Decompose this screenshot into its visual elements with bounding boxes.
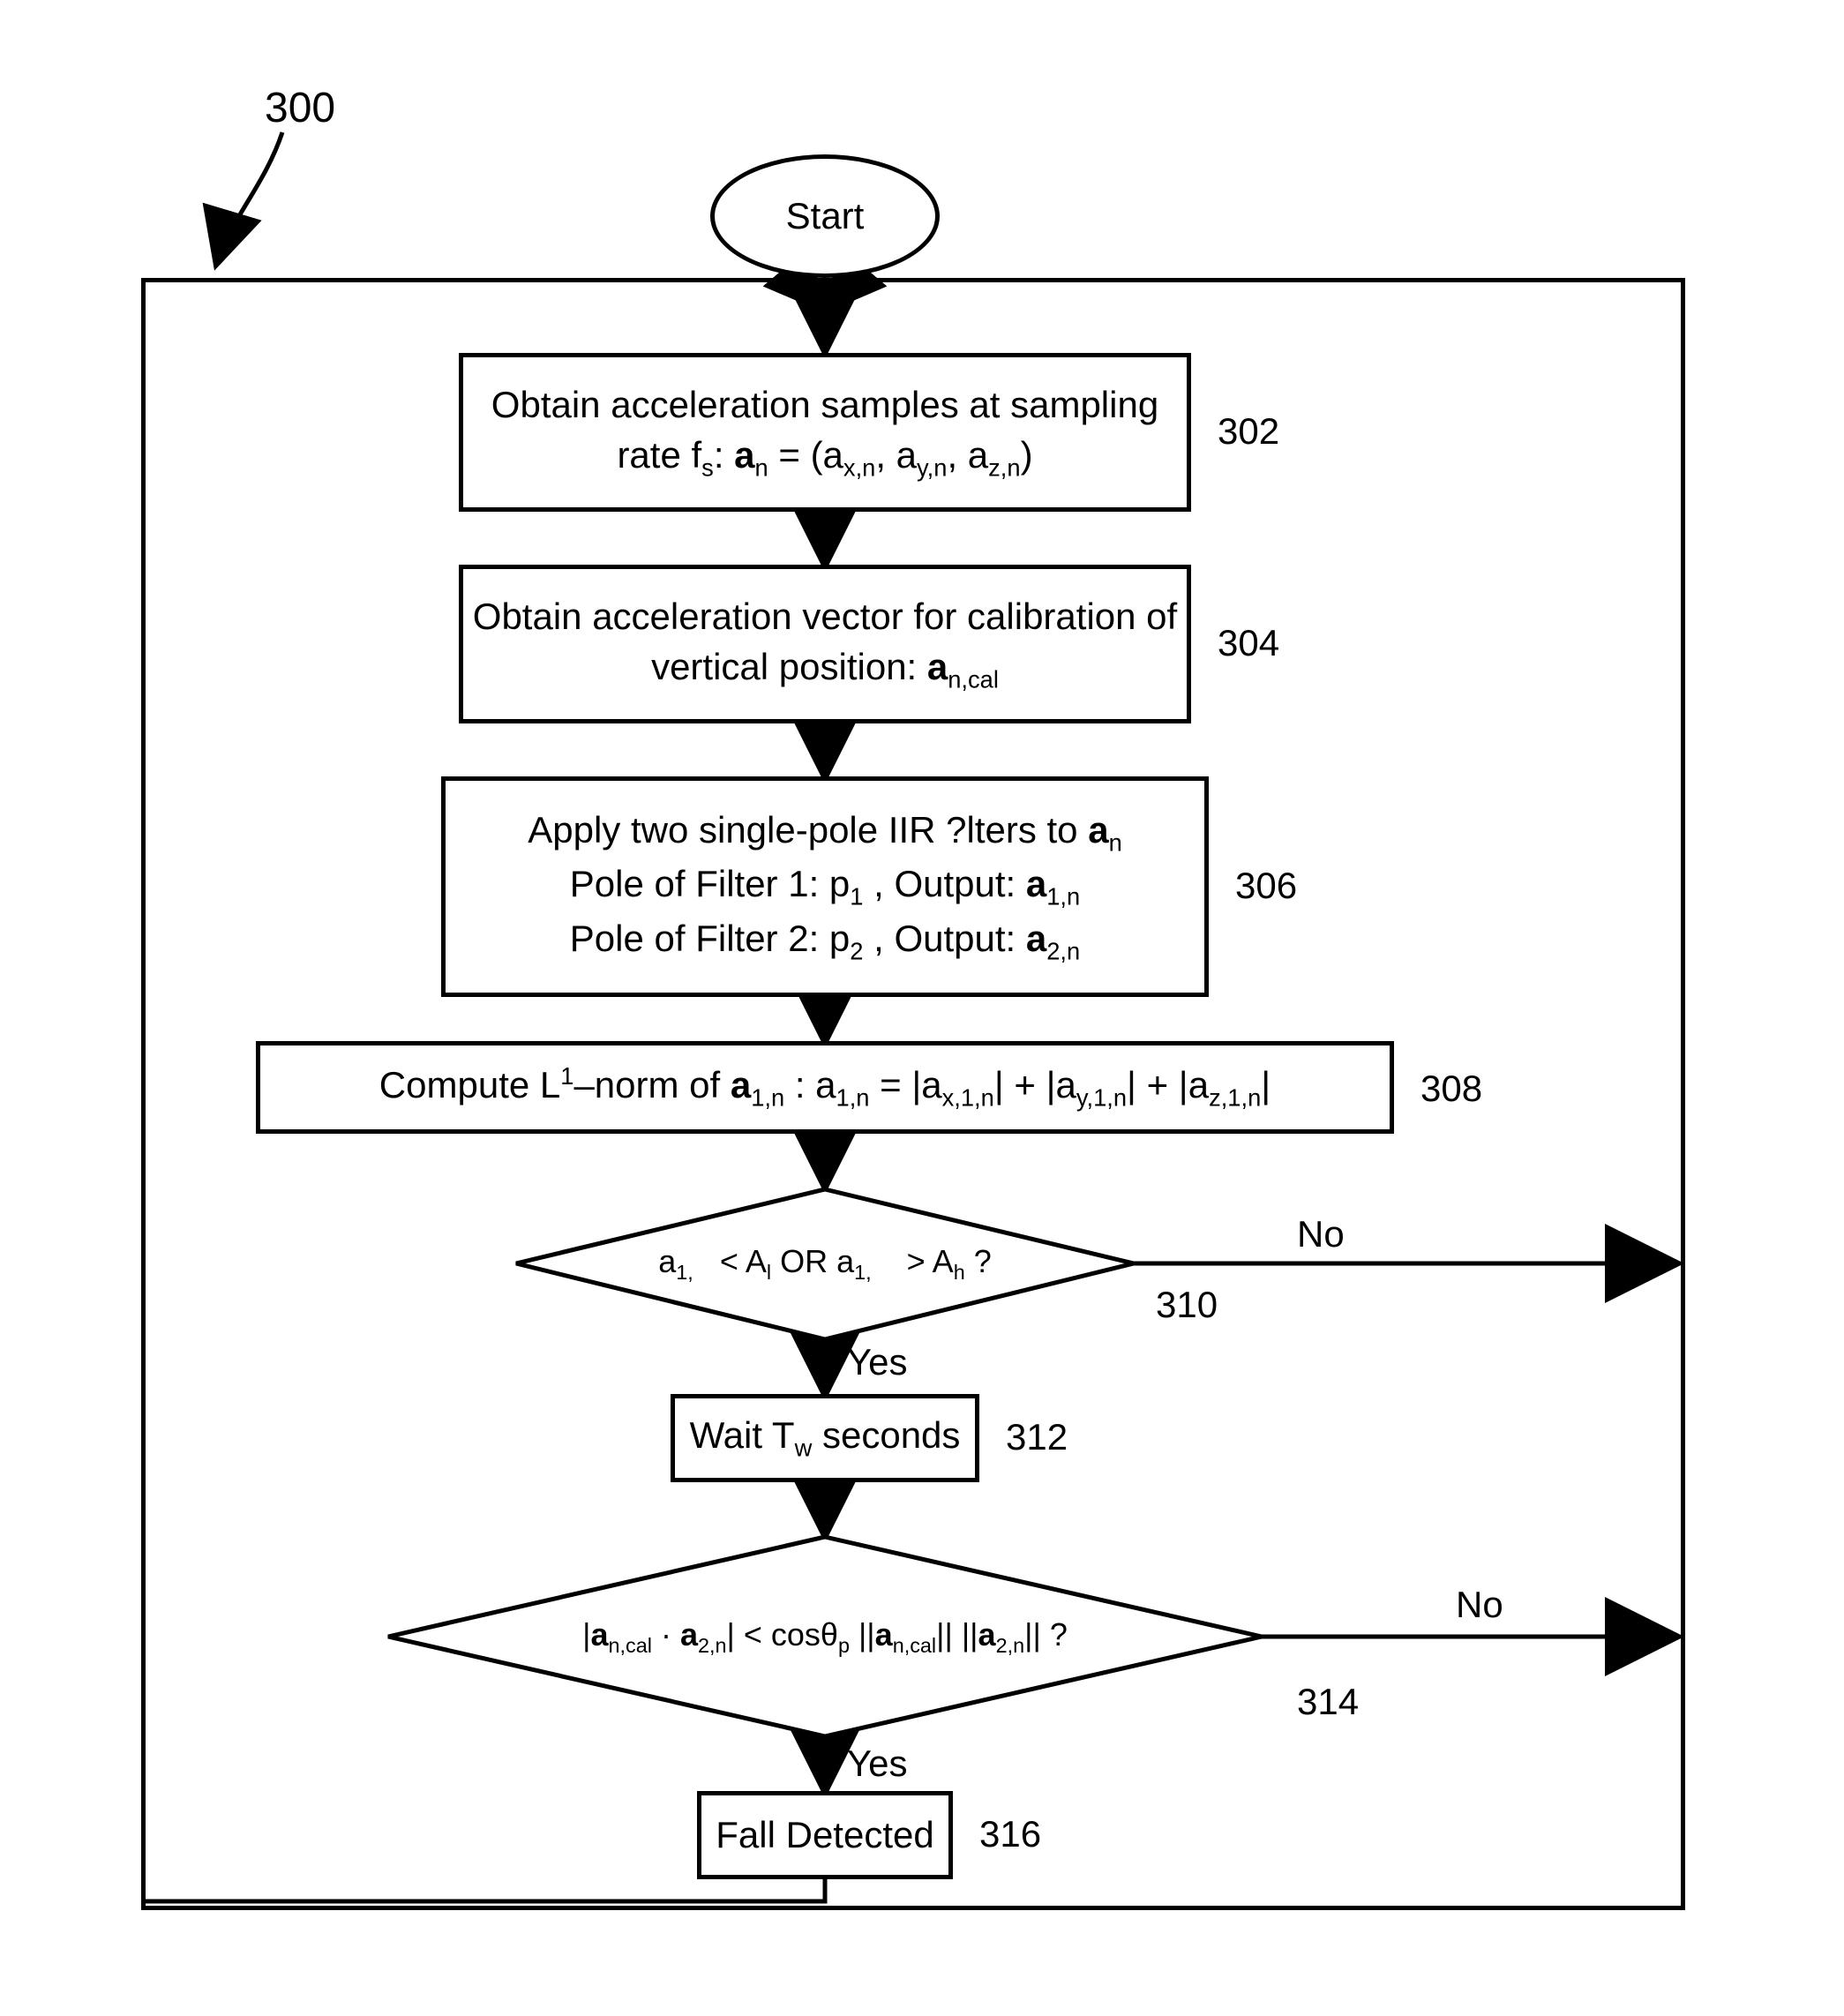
ref-316: 316 [979,1813,1041,1855]
step-304: Obtain acceleration vector for calibrati… [459,565,1191,723]
edge-310-no: No [1297,1213,1345,1255]
step-306: Apply two single-pole IIR ?lters to anPo… [441,776,1209,997]
step-312-text: Wait Tw seconds [690,1411,961,1465]
step-306-text: Apply two single-pole IIR ?lters to anPo… [528,806,1122,968]
ref-306: 306 [1235,865,1297,907]
ref-302: 302 [1218,410,1279,453]
ref-314: 314 [1297,1681,1359,1723]
decision-310-text: a1, < Al OR a1, > Ah ? [658,1240,991,1287]
start-label: Start [786,191,865,242]
step-308-text: Compute L1–norm of a1,n : a1,n = |ax,1,n… [379,1060,1271,1114]
step-304-text: Obtain acceleration vector for calibrati… [463,592,1187,696]
edge-314-yes: Yes [847,1742,908,1785]
ref-312: 312 [1006,1416,1068,1458]
ref-304: 304 [1218,622,1279,664]
step-316: Fall Detected [697,1791,953,1879]
start-node: Start [710,154,940,278]
edge-314-no: No [1456,1584,1503,1626]
step-302-text: Obtain acceleration samples at sampling … [463,380,1187,484]
decision-314: |an,cal · a2,n| < cosθp ||an,cal|| ||a2,… [441,1604,1209,1670]
decision-310: a1, < Al OR a1, > Ah ? [547,1231,1103,1297]
ref-308: 308 [1420,1068,1482,1110]
ref-310: 310 [1156,1284,1218,1326]
step-312: Wait Tw seconds [671,1394,979,1482]
decision-314-text: |an,cal · a2,n| < cosθp ||an,cal|| ||a2,… [582,1614,1068,1660]
step-308: Compute L1–norm of a1,n : a1,n = |ax,1,n… [256,1041,1394,1134]
step-316-text: Fall Detected [716,1810,933,1861]
step-302: Obtain acceleration samples at sampling … [459,353,1191,512]
edge-310-yes: Yes [847,1341,908,1383]
figure-label: 300 [265,84,335,132]
